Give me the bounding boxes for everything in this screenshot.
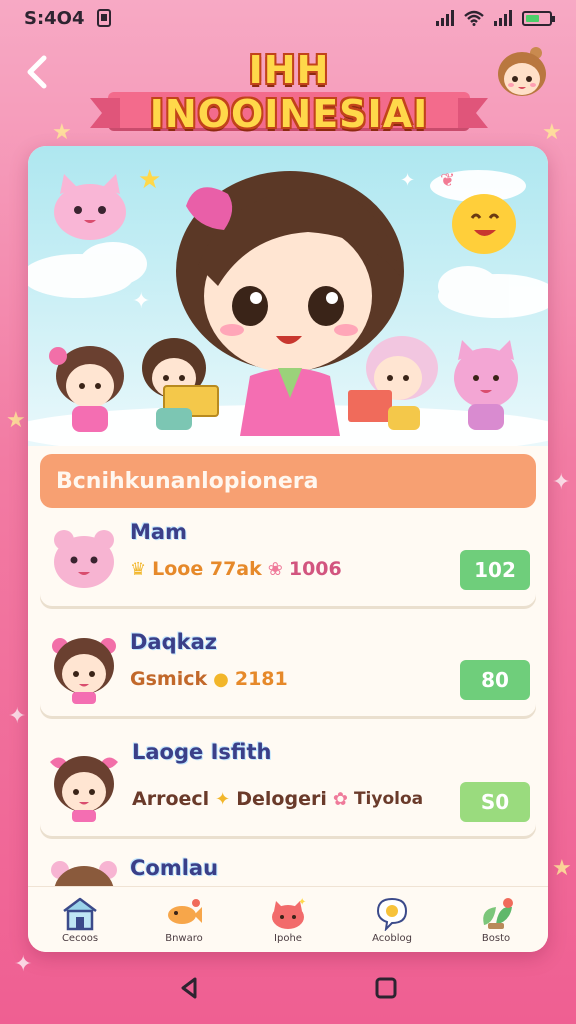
battery-fill: [526, 14, 540, 22]
chat-bubble-icon: [376, 897, 408, 931]
nav-item-plant[interactable]: Bosto: [451, 895, 541, 944]
svg-text:★: ★: [138, 165, 161, 195]
list-item[interactable]: Mam ♛ Looe 77ak ❀ 1006 102: [40, 510, 536, 606]
page-title: IHH INOOINESIAI: [149, 48, 429, 136]
status-time: S:4O4: [24, 7, 85, 29]
sparkle-decoration-icon: ✦: [552, 470, 571, 495]
score-badge[interactable]: 80: [460, 660, 530, 700]
item-meta-primary: Gsmick: [130, 668, 208, 690]
svg-text:✦: ✦: [400, 170, 415, 191]
item-title: Laoge Isfith: [132, 740, 272, 764]
girl-with-pink-bow-icon: [50, 756, 118, 822]
nav-label: Bnwaro: [165, 933, 203, 944]
nav-item-home[interactable]: Cecoos: [35, 895, 125, 944]
star-decoration-icon: ★: [542, 120, 562, 145]
item-meta-primary: Looe 77ak: [152, 558, 262, 580]
svg-text:❦: ❦: [440, 170, 455, 191]
item-title: Daqkaz: [130, 630, 217, 654]
star-decoration-icon: ★: [52, 120, 72, 145]
item-meta-tertiary: Tiyoloa: [353, 789, 424, 809]
nav-item-chat[interactable]: Acoblog: [347, 895, 437, 944]
coin-icon: ●: [213, 668, 229, 690]
girl-with-bow-icon: [52, 638, 116, 704]
signal-icon: [494, 10, 512, 26]
chevron-left-icon: [27, 55, 47, 89]
item-meta-primary: Arroecl: [132, 788, 210, 810]
hero-illustration: ★ ✦ ❦ ✦: [28, 146, 548, 457]
score-badge[interactable]: 102: [460, 550, 530, 590]
pink-bear-icon: [54, 530, 114, 588]
girl-avatar-icon: [498, 47, 546, 96]
nav-label: Acoblog: [372, 933, 412, 944]
item-meta-secondary: Delogeri: [236, 788, 327, 810]
title-banner: IHH INOOINESIAI: [108, 44, 470, 136]
paw-icon: ❀: [267, 558, 283, 580]
section-header: Bcnihkunanlopionera: [40, 454, 536, 508]
wifi-icon: [464, 10, 484, 26]
item-title: Comlau: [130, 856, 219, 880]
bottom-navigation: Cecoos Bnwaro ✦ Ipohe Acoblog Bosto: [28, 886, 548, 952]
back-button[interactable]: [22, 52, 58, 92]
home-square-icon[interactable]: [373, 975, 399, 1001]
system-navigation: [0, 952, 576, 1024]
status-bar: S:4O4: [0, 0, 576, 36]
item-meta-secondary: 1006: [288, 558, 342, 580]
flower-icon: ✿: [332, 788, 348, 810]
nav-label: Ipohe: [274, 933, 302, 944]
avatar[interactable]: [492, 44, 552, 100]
star-decoration-icon: ★: [552, 856, 572, 881]
plant-icon: [483, 898, 513, 929]
battery-icon: [522, 10, 555, 26]
yellow-blob-icon: [452, 194, 516, 254]
back-triangle-icon[interactable]: [177, 975, 203, 1001]
cat-face-icon: ✦: [272, 897, 306, 929]
crown-icon: ♛: [130, 558, 147, 580]
svg-text:✦: ✦: [132, 289, 150, 314]
nav-label: Bosto: [481, 933, 511, 944]
item-meta: Arroecl ✦ Delogeri ✿ Tiyoloa: [132, 788, 423, 810]
star-decoration-icon: ★: [6, 408, 26, 433]
item-meta: ♛ Looe 77ak ❀ 1006: [130, 558, 342, 580]
nav-item-fish[interactable]: Bnwaro: [139, 895, 229, 944]
sim-card-icon: [96, 9, 111, 27]
list-item[interactable]: Laoge Isfith Arroecl ✦ Delogeri ✿ Tiyolo…: [40, 730, 536, 836]
item-meta: Gsmick ● 2181: [130, 668, 288, 690]
signal-icon: [436, 10, 454, 26]
main-card: ★ ✦ ❦ ✦ Bcnihkunanlopionera Mam ♛ Looe 7…: [28, 146, 548, 952]
item-title: Mam: [130, 520, 187, 544]
svg-text:✦: ✦: [298, 897, 306, 908]
nav-label: Cecoos: [61, 933, 99, 944]
sparkle-decoration-icon: ✦: [8, 704, 27, 729]
nav-item-cat[interactable]: ✦ Ipohe: [243, 895, 333, 944]
list-item[interactable]: Daqkaz Gsmick ● 2181 80: [40, 620, 536, 716]
score-badge[interactable]: S0: [460, 782, 530, 822]
item-meta-secondary: 2181: [234, 668, 288, 690]
star-icon: ✦: [215, 788, 231, 810]
house-icon: [63, 897, 97, 931]
fish-icon: [168, 899, 202, 924]
